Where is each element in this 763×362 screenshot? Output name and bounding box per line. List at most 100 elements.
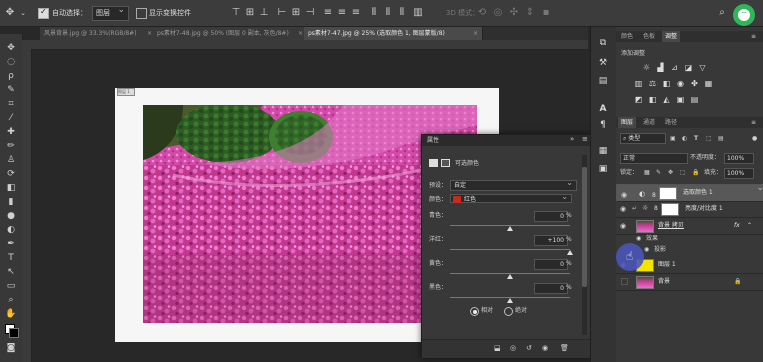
properties-icon[interactable]: ▦: [597, 145, 609, 157]
3d-rotate-icon[interactable]: ⟲: [476, 7, 488, 19]
paragraph-icon[interactable]: ¶: [597, 119, 609, 131]
lock-pixels-icon[interactable]: ▦: [644, 168, 650, 177]
tab-document-3[interactable]: ps素材7-47.jpg @ 25% (选取颜色 1, 图层蒙版/8) ×: [304, 27, 483, 40]
close-icon[interactable]: ×: [147, 27, 152, 40]
distribute-bottom-icon[interactable]: ≡: [350, 7, 362, 19]
layer-filter-select[interactable]: ⌕ 类型: [620, 133, 666, 144]
foreground-background-icon[interactable]: [5, 324, 19, 338]
distribute-vcenter-icon[interactable]: ≡: [336, 7, 348, 19]
filter-adjustment-icon[interactable]: ◐: [682, 134, 687, 143]
delete-icon[interactable]: 🗑: [560, 344, 569, 353]
layer-selective-color[interactable]: ◉ ◐ 8 选取颜色 1: [616, 182, 763, 202]
character-icon[interactable]: A: [597, 103, 609, 115]
swatches-icon[interactable]: ▤: [597, 75, 609, 87]
3d-pan-icon[interactable]: ✣: [508, 7, 520, 19]
distribute-left-icon[interactable]: ⦀: [368, 7, 380, 19]
effects-row[interactable]: ◉ 效果: [616, 234, 763, 245]
align-top-icon[interactable]: ⊤: [230, 7, 242, 19]
lock-all-icon[interactable]: 🔒: [692, 168, 699, 177]
mask-icon[interactable]: [441, 159, 450, 167]
slider-value-input[interactable]: 0: [534, 259, 568, 270]
tab-layers[interactable]: 图层: [618, 117, 637, 128]
layer-name[interactable]: 图层 1: [658, 261, 676, 269]
eraser-tool-icon[interactable]: ◧: [5, 182, 17, 194]
zoom-tool-icon[interactable]: ⌕: [5, 294, 17, 306]
gradient-tool-icon[interactable]: ▮: [5, 196, 17, 208]
slider-track[interactable]: [450, 249, 570, 250]
move-tool-icon[interactable]: ✥: [5, 42, 17, 54]
distribute-hcenter-icon[interactable]: ⦀: [382, 7, 394, 19]
marquee-tool-icon[interactable]: ◌: [5, 56, 17, 68]
3d-scale-icon[interactable]: ▪: [540, 7, 552, 19]
healing-tool-icon[interactable]: ✚: [5, 126, 17, 138]
quick-select-tool-icon[interactable]: ✎: [5, 84, 17, 96]
3d-roll-icon[interactable]: ◎: [492, 7, 504, 19]
auto-select-dropdown[interactable]: 图层: [92, 4, 129, 21]
curves-icon[interactable]: ⊿: [670, 63, 679, 72]
tab-channels[interactable]: 通道: [640, 117, 658, 128]
layer-background-copy[interactable]: ◉ 背景 拷贝 fx ⌃: [616, 218, 763, 235]
close-icon[interactable]: ×: [473, 27, 478, 40]
align-hcenter-icon[interactable]: ⊞: [290, 7, 302, 19]
link-icon[interactable]: 8: [654, 205, 658, 212]
absolute-radio[interactable]: [504, 307, 513, 316]
layer-thumbnail[interactable]: [636, 276, 654, 289]
eyedropper-tool-icon[interactable]: ⁄: [5, 112, 17, 124]
layer-mask-thumbnail[interactable]: [659, 187, 677, 200]
clone-stamp-tool-icon[interactable]: ♙: [5, 154, 17, 166]
move-tool-icon[interactable]: ✥: [4, 7, 16, 19]
eye-icon[interactable]: ◉: [620, 222, 626, 230]
path-select-tool-icon[interactable]: ↖: [5, 266, 17, 278]
brightness-icon[interactable]: ☼: [642, 63, 651, 72]
tab-document-2[interactable]: ps素材7-48.jpg @ 50% (图层 0 副本, 灰色/8#) ×: [153, 27, 308, 40]
panel-menu-icon[interactable]: ≡: [582, 135, 588, 144]
selective-color-icon[interactable]: ▣: [676, 95, 685, 104]
layer-thumbnail[interactable]: [636, 220, 654, 233]
quick-mask-icon[interactable]: ◙: [5, 342, 17, 354]
slider-thumb[interactable]: [507, 226, 513, 231]
color-lookup-icon[interactable]: ▦: [704, 79, 713, 88]
slider-value-input[interactable]: 0: [534, 283, 568, 294]
gradient-map-icon[interactable]: ▤: [690, 95, 699, 104]
brush-tool-icon[interactable]: ✏: [5, 140, 17, 152]
show-transform-checkbox[interactable]: [136, 8, 147, 19]
hand-tool-icon[interactable]: ✋: [5, 308, 17, 320]
exposure-icon[interactable]: ◪: [684, 63, 693, 72]
slider-value-input[interactable]: 0: [534, 211, 568, 222]
slider-thumb[interactable]: [507, 274, 513, 279]
panel-menu-icon[interactable]: ≡: [751, 32, 756, 41]
filter-toggle-icon[interactable]: ●: [752, 134, 757, 143]
relative-radio[interactable]: [470, 307, 479, 316]
preset-select[interactable]: 自定: [450, 178, 577, 191]
distribute-right-icon[interactable]: ⦀: [396, 7, 408, 19]
3d-slide-icon[interactable]: ⇕: [524, 7, 536, 19]
colors-select[interactable]: 红色: [450, 192, 572, 203]
threshold-icon[interactable]: ◭: [662, 95, 671, 104]
tab-color[interactable]: 颜色: [618, 31, 636, 42]
eye-icon[interactable]: ◉: [636, 235, 641, 242]
align-bottom-icon[interactable]: ⊥: [258, 7, 270, 19]
crop-tool-icon[interactable]: ⌗: [5, 98, 17, 110]
layer-background[interactable]: 背景 🔒: [616, 274, 763, 291]
layers-menu-icon[interactable]: ≡: [751, 118, 756, 127]
layer-name[interactable]: 背景: [658, 278, 670, 286]
lasso-tool-icon[interactable]: ρ: [5, 70, 17, 82]
eye-icon[interactable]: ◉: [620, 205, 626, 213]
lock-artboard-icon[interactable]: ⬚: [680, 168, 686, 177]
view-previous-icon[interactable]: ◎: [510, 344, 516, 353]
slider-thumb[interactable]: [567, 250, 573, 255]
lock-position-icon[interactable]: ✥: [668, 168, 673, 177]
search-icon[interactable]: ⌕: [716, 7, 728, 19]
layer-name[interactable]: 背景 拷贝: [658, 222, 684, 230]
history-icon[interactable]: ⧉: [597, 37, 609, 49]
brush-settings-icon[interactable]: ⚒: [597, 57, 609, 69]
layer-name[interactable]: 亮度/对比度 1: [685, 205, 723, 213]
visibility-icon[interactable]: ◉: [542, 344, 548, 353]
distribute-top-icon[interactable]: ≡: [322, 7, 334, 19]
tab-swatches[interactable]: 色板: [640, 31, 658, 42]
hue-saturation-icon[interactable]: ▥: [634, 79, 643, 88]
properties-scrollbar[interactable]: [582, 155, 587, 335]
eye-toggle-empty[interactable]: [621, 278, 628, 285]
auto-align-icon[interactable]: ▥: [412, 7, 424, 19]
layer-brightness-contrast[interactable]: ◉ ↵ ☼ 8 亮度/对比度 1: [616, 201, 763, 218]
